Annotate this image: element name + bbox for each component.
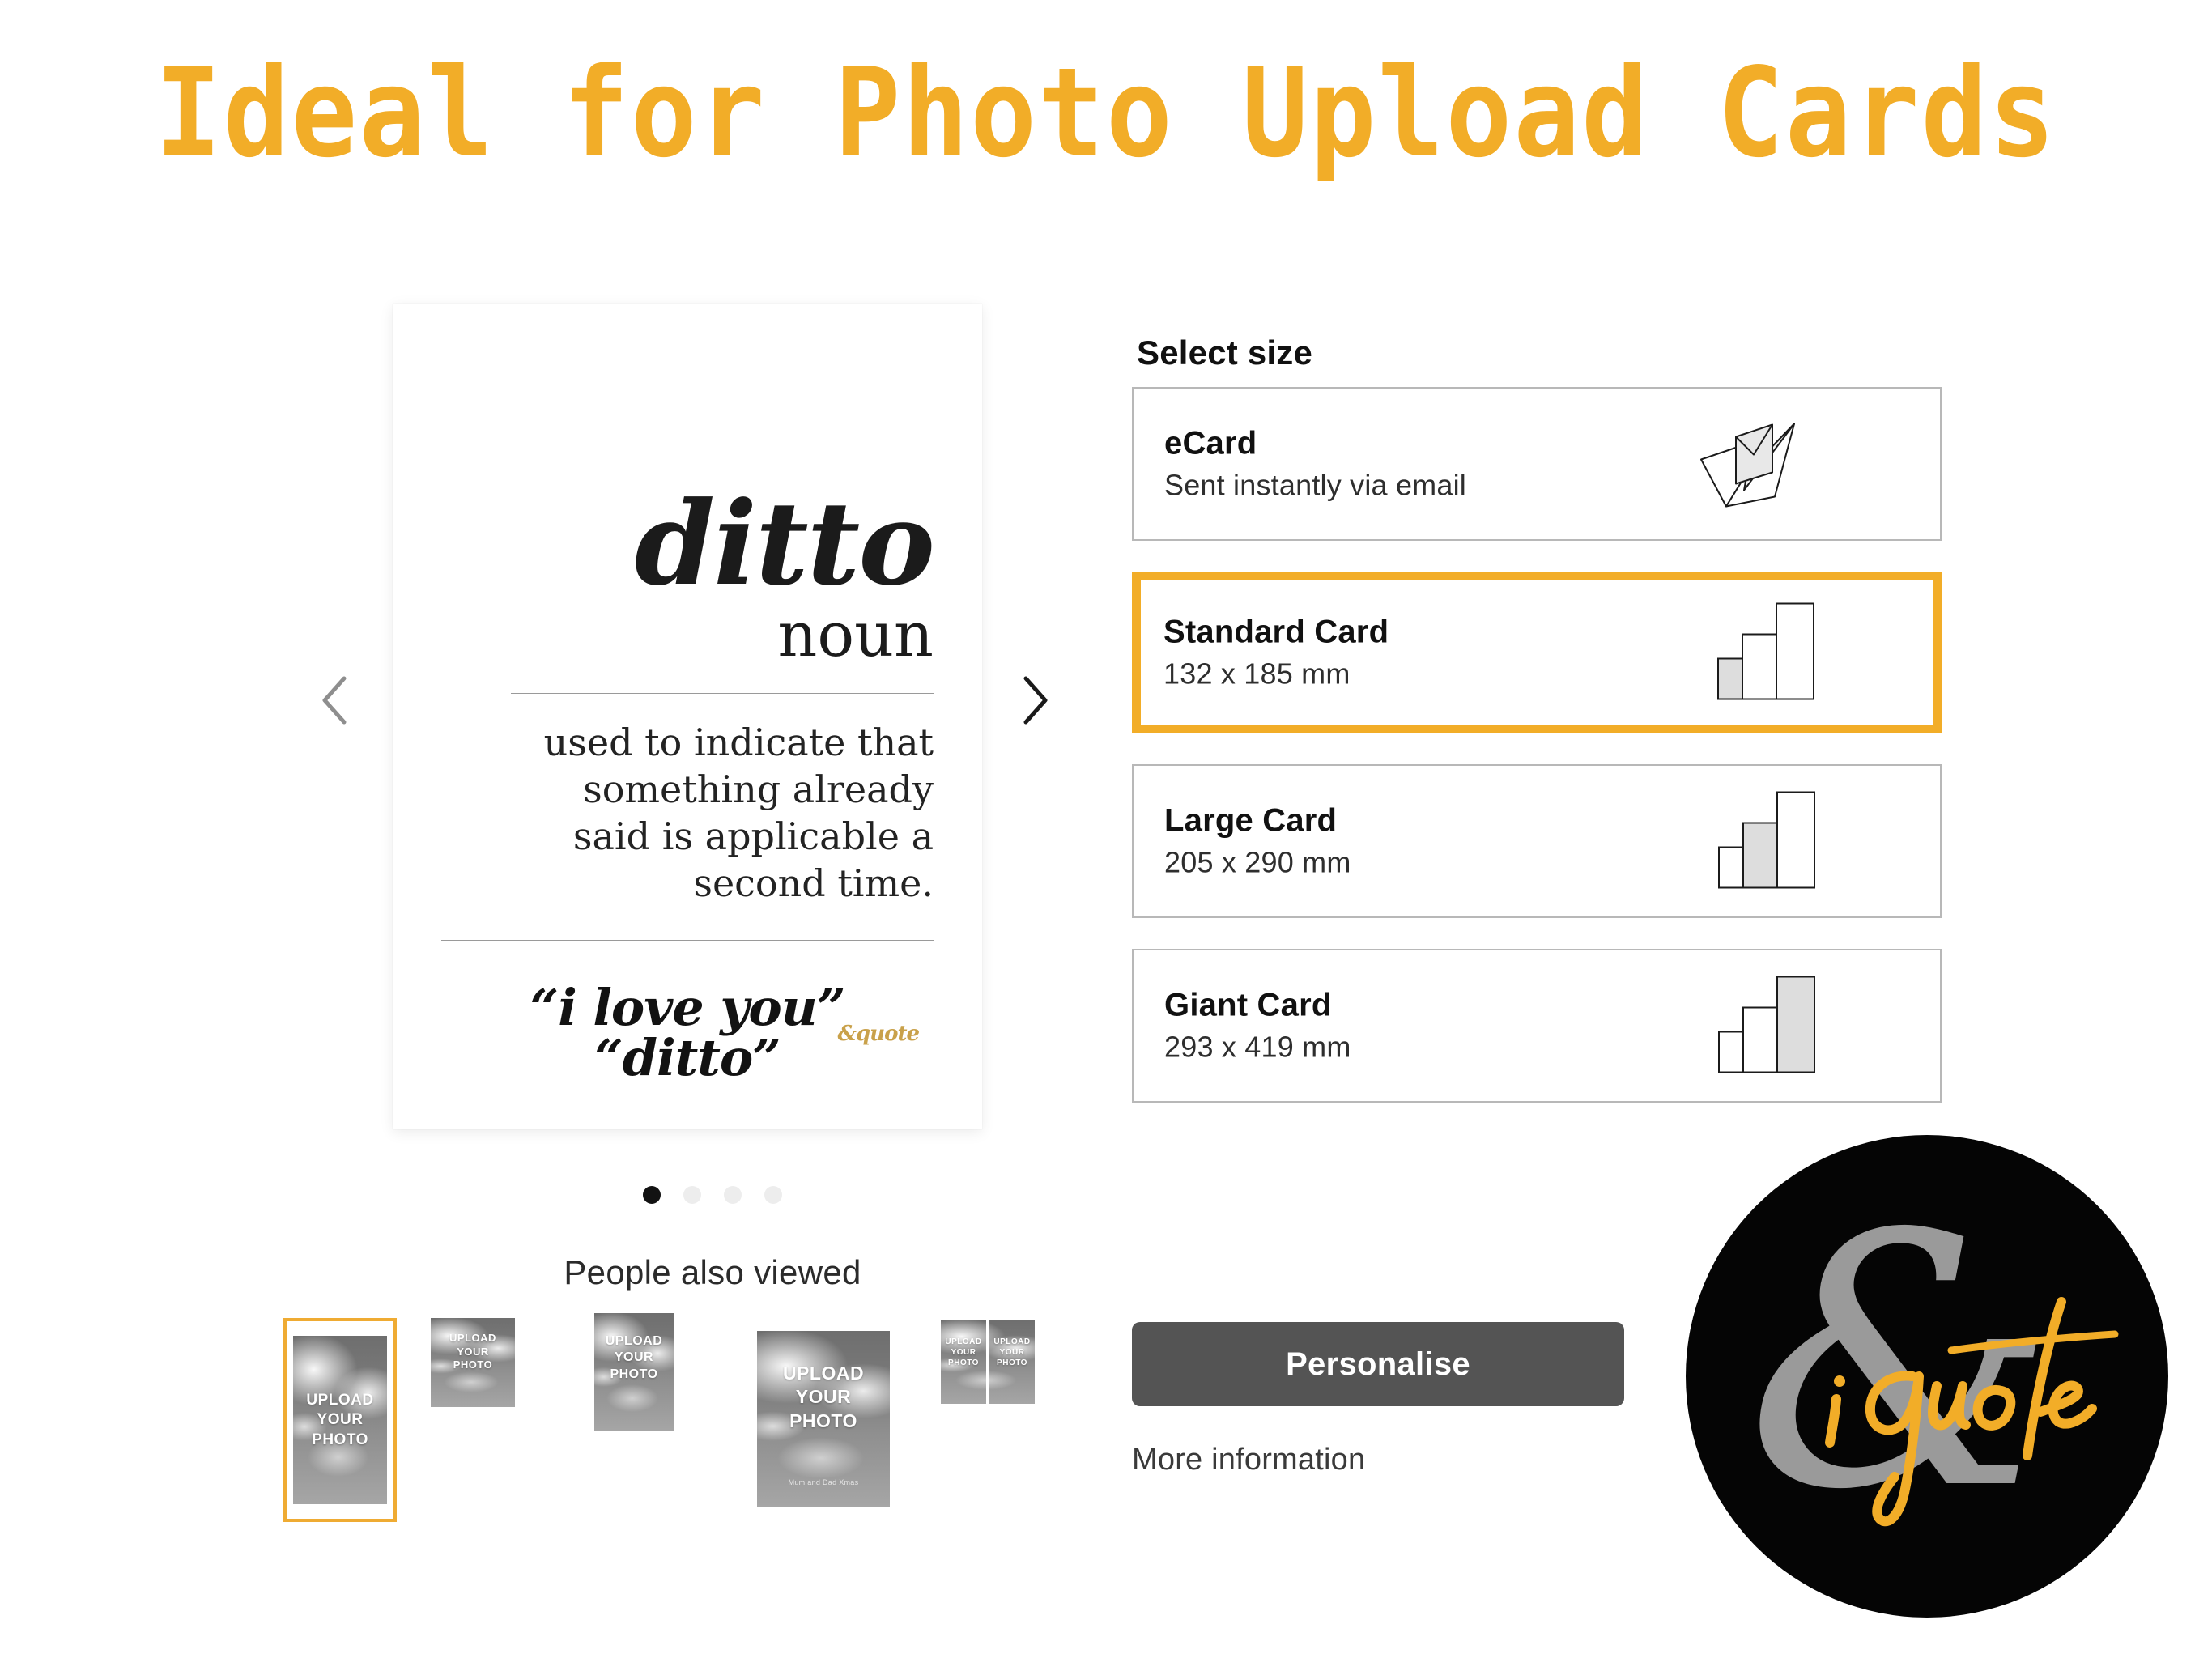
size-options-list: eCard Sent instantly via email Standard … bbox=[1132, 387, 1942, 1133]
size-option-sub: 293 x 419 mm bbox=[1164, 1030, 1351, 1064]
list-item[interactable]: UPLOAD YOUR PHOTO UPLOAD YOUR PHOTO bbox=[941, 1320, 1035, 1404]
card-divider-bottom bbox=[441, 939, 934, 941]
select-size-heading: Select size bbox=[1137, 334, 1312, 372]
thumbnail-caption-line2: YOUR bbox=[614, 1350, 654, 1365]
card-preview-content: ditto noun used to indicate that somethi… bbox=[393, 304, 982, 1129]
carousel-dots bbox=[308, 1186, 1117, 1204]
size-option-name: Standard Card bbox=[1163, 614, 1389, 650]
size-option-sub: Sent instantly via email bbox=[1164, 468, 1466, 502]
more-information-link[interactable]: More information bbox=[1132, 1443, 1365, 1477]
thumbnail-caption: UPLOAD YOUR PHOTO bbox=[431, 1332, 515, 1372]
size-option-sub: 132 x 185 mm bbox=[1163, 657, 1351, 691]
thumbnail-caption-line1: UPLOAD bbox=[449, 1332, 496, 1344]
thumbnail-photo: UPLOAD YOUR PHOTO bbox=[293, 1336, 387, 1504]
size-option-large-card[interactable]: Large Card 205 x 290 mm bbox=[1132, 764, 1942, 918]
card-part-of-speech: noun bbox=[777, 597, 934, 670]
page-title: Ideal for Photo Upload Cards bbox=[155, 42, 2057, 185]
carousel-dot[interactable] bbox=[764, 1186, 782, 1204]
people-also-viewed-strip: UPLOAD YOUR PHOTO UPLOAD YOUR PHOTO UPLO… bbox=[283, 1312, 1142, 1522]
thumbnail-split-divider bbox=[986, 1320, 989, 1404]
card-divider-top bbox=[511, 692, 934, 694]
size-option-text: Standard Card 132 x 185 mm bbox=[1163, 614, 1389, 691]
personalise-button[interactable]: Personalise bbox=[1132, 1322, 1624, 1406]
card-brandmark: &quote bbox=[837, 1021, 920, 1046]
list-item[interactable]: UPLOAD YOUR PHOTO bbox=[431, 1318, 515, 1407]
thumbnail-photo: UPLOAD YOUR PHOTO UPLOAD YOUR PHOTO bbox=[941, 1320, 1035, 1404]
thumbnail-caption-line2: YOUR bbox=[317, 1411, 364, 1429]
thumbnail-caption-line2: YOUR bbox=[999, 1347, 1025, 1357]
card-quote-text: “i love you” “ditto” bbox=[530, 977, 846, 1087]
thumbnail-caption-line2: YOUR bbox=[795, 1386, 852, 1408]
chevron-right-icon bbox=[1023, 676, 1048, 725]
thumbnail-caption: UPLOAD YOUR PHOTO bbox=[293, 1391, 387, 1450]
card-preview[interactable]: ditto noun used to indicate that somethi… bbox=[393, 304, 982, 1129]
thumbnail-caption-line1: UPLOAD bbox=[306, 1392, 374, 1409]
thumbnail-caption-line2: YOUR bbox=[457, 1345, 489, 1358]
card-definition: used to indicate that something already … bbox=[543, 720, 934, 905]
thumbnail-photo: UPLOAD YOUR PHOTO bbox=[431, 1318, 515, 1407]
thumbnail-caption: UPLOAD YOUR PHOTO bbox=[941, 1337, 986, 1368]
thumbnail-caption: UPLOAD YOUR PHOTO bbox=[594, 1333, 674, 1383]
thumbnail-subtext: Mum and Dad Xmas bbox=[788, 1478, 859, 1486]
thumbnail-caption-line3: PHOTO bbox=[997, 1358, 1027, 1367]
size-option-name: eCard bbox=[1164, 425, 1257, 461]
size-option-text: Large Card 205 x 290 mm bbox=[1164, 803, 1351, 880]
size-option-giant-card[interactable]: Giant Card 293 x 419 mm bbox=[1132, 949, 1942, 1103]
thumbnail-photo: UPLOAD YOUR PHOTO bbox=[594, 1313, 674, 1431]
carousel-dot[interactable] bbox=[724, 1186, 742, 1204]
size-option-sub: 205 x 290 mm bbox=[1164, 845, 1351, 879]
carousel-prev-button[interactable] bbox=[308, 672, 364, 729]
thumbnail-caption-line1: UPLOAD bbox=[993, 1337, 1031, 1346]
thumbnail-caption-line2: YOUR bbox=[951, 1347, 976, 1357]
list-item[interactable]: UPLOAD YOUR PHOTO bbox=[594, 1313, 674, 1431]
size-option-name: Large Card bbox=[1164, 802, 1338, 839]
card-carousel: ditto noun used to indicate that somethi… bbox=[308, 291, 1117, 1204]
list-item[interactable]: UPLOAD YOUR PHOTO Mum and Dad Xmas bbox=[757, 1331, 890, 1507]
card-word: ditto bbox=[634, 477, 935, 611]
thumbnail-caption-line3: PHOTO bbox=[789, 1409, 857, 1431]
size-option-ecard[interactable]: eCard Sent instantly via email bbox=[1132, 387, 1942, 541]
thumbnail-caption-line3: PHOTO bbox=[453, 1358, 493, 1371]
thumbnail-caption: UPLOAD YOUR PHOTO bbox=[989, 1337, 1035, 1368]
thumbnail-caption-line3: PHOTO bbox=[312, 1431, 368, 1448]
thumbnail-caption-line1: UPLOAD bbox=[605, 1334, 663, 1348]
card-size-bars-icon bbox=[1716, 600, 1818, 706]
thumbnail-caption-line1: UPLOAD bbox=[945, 1337, 982, 1346]
chevron-left-icon bbox=[322, 676, 347, 725]
size-option-name: Giant Card bbox=[1164, 987, 1332, 1023]
thumbnail-caption-line3: PHOTO bbox=[948, 1358, 979, 1367]
size-option-text: Giant Card 293 x 419 mm bbox=[1164, 988, 1351, 1065]
brand-logo-badge: & bbox=[1684, 1133, 2170, 1619]
thumbnail-photo: UPLOAD YOUR PHOTO Mum and Dad Xmas bbox=[757, 1331, 890, 1507]
list-item[interactable]: UPLOAD YOUR PHOTO bbox=[283, 1318, 397, 1522]
thumbnail-caption: UPLOAD YOUR PHOTO bbox=[757, 1362, 890, 1433]
carousel-dot[interactable] bbox=[683, 1186, 701, 1204]
carousel-next-button[interactable] bbox=[1006, 672, 1062, 729]
thumbnail-caption-line1: UPLOAD bbox=[782, 1363, 865, 1384]
paper-plane-envelope-icon bbox=[1697, 410, 1819, 519]
size-option-text: eCard Sent instantly via email bbox=[1164, 426, 1466, 503]
carousel-dot[interactable] bbox=[643, 1186, 661, 1204]
thumbnail-caption-line3: PHOTO bbox=[610, 1367, 658, 1381]
people-also-viewed-heading: People also viewed bbox=[564, 1253, 861, 1291]
card-size-bars-icon bbox=[1716, 973, 1819, 1079]
card-size-bars-icon bbox=[1716, 789, 1819, 895]
card-quote: “i love you” “ditto” &quote bbox=[441, 982, 934, 1083]
product-page: Ideal for Photo Upload Cards ditto noun … bbox=[0, 0, 2212, 1658]
size-option-standard-card[interactable]: Standard Card 132 x 185 mm bbox=[1132, 572, 1942, 733]
